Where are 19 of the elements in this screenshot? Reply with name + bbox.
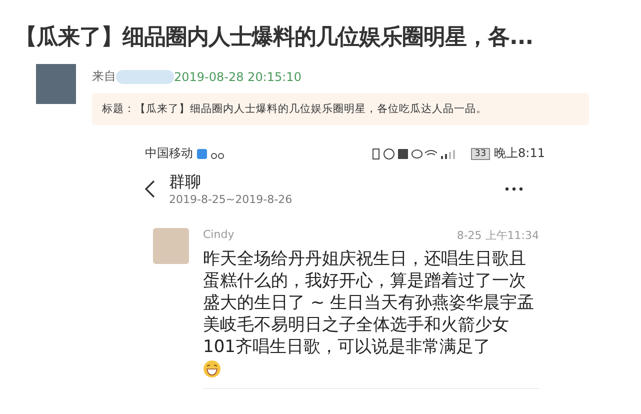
- grin-emoji-icon: [203, 360, 221, 378]
- sender-photo-placeholder: [153, 228, 189, 264]
- message-text: 昨天全场给丹丹姐庆祝生日，还唱生日歌且蛋糕什么的，我好开心，算是蹭着过了一次盛大的生日了 ~ 生日当天有孙燕姿华晨宇孟美岐毛不易明日之子全体选手和火箭少女101齐唱生日歌，可以说是非常满足了: [203, 248, 536, 358]
- back-icon[interactable]: [145, 180, 155, 198]
- article-title: 【瓜来了】细品圈内人士爆料的几位娱乐圈明星，各...: [15, 24, 534, 52]
- more-icon[interactable]: [505, 187, 523, 191]
- sender-name: Cindy: [203, 228, 234, 243]
- avatar-photo-placeholder: [36, 64, 76, 104]
- post-date: 2019-08-28 20:15:10: [174, 70, 302, 84]
- carrier-name: 中国移动: [145, 145, 193, 162]
- chat-title: 群聊: [169, 172, 202, 193]
- status-icons-drawing: [197, 148, 225, 160]
- clock-time: 晚上8:11: [494, 145, 545, 162]
- battery-level: 33: [470, 148, 490, 160]
- summary-box: 标题：【瓜来了】细品圈内人士爆料的几位娱乐圈明星，各位吃瓜达人品一品。: [92, 93, 589, 125]
- date-range: 2019-8-25~2019-8-26: [169, 193, 294, 206]
- message-time: 8-25 上午11:34: [456, 228, 539, 243]
- blurred-source: [116, 70, 174, 84]
- source-label: 来自: [92, 68, 116, 85]
